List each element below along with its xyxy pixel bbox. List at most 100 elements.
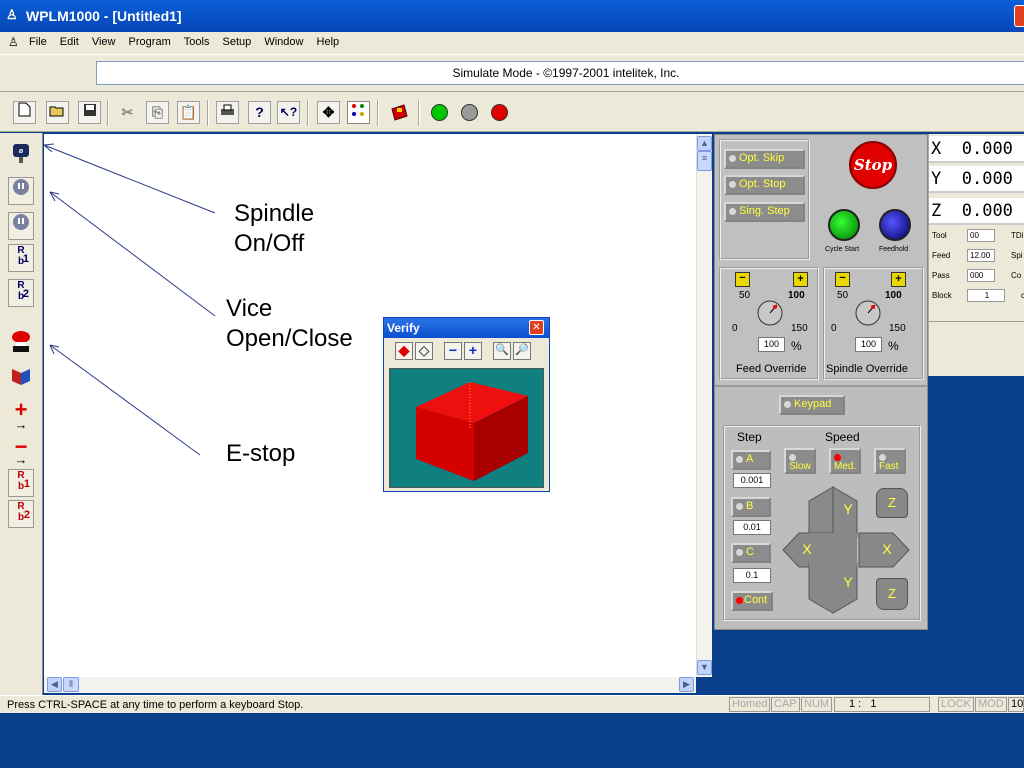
verify-toolbar: ◆ ◇ − + 🔍 🔎 xyxy=(384,338,549,364)
step-a-label: A xyxy=(746,453,754,465)
step-c-value: 0.1 xyxy=(733,568,771,583)
solid-view-icon[interactable]: ◆ xyxy=(395,342,413,360)
opt-stop-label: Opt. Stop xyxy=(739,178,786,190)
jog-y-minus-button[interactable]: Y xyxy=(833,571,863,611)
dro-z-axis: Z xyxy=(931,201,942,221)
close-icon[interactable]: ✕ xyxy=(529,320,544,335)
magnify-plus-icon[interactable]: 🔎 xyxy=(513,342,531,360)
spindle-override-label: Spindle Override xyxy=(826,363,908,375)
desktop-background xyxy=(0,713,1024,768)
feed-increase-button[interactable]: + xyxy=(793,272,808,287)
dro-x-axis: X xyxy=(931,139,942,159)
status-num: NUM xyxy=(801,697,833,712)
jog-z-plus-button[interactable]: Z xyxy=(876,488,908,518)
horizontal-scrollbar[interactable]: ◀ ⦀ ▶ xyxy=(44,677,696,693)
jog-x-minus-label: X xyxy=(802,541,812,557)
jog-z-minus-label: Z xyxy=(888,586,896,601)
dro-z-value: 0.000 xyxy=(961,201,1013,221)
stop-button[interactable]: Stop xyxy=(849,141,897,189)
step-cont-button[interactable]: Cont xyxy=(731,591,773,611)
scroll-thumb[interactable]: ≡ xyxy=(697,151,712,171)
position-readout: X 0.000 Y 0.000 Z 0.000 Tool 00 TDi Feed… xyxy=(928,134,1024,376)
scroll-right-icon[interactable]: ▶ xyxy=(679,677,694,692)
status-last: 10 xyxy=(1008,697,1024,712)
dro-z: Z 0.000 xyxy=(929,198,1024,225)
feed-scale-0: 0 xyxy=(732,323,738,334)
status-cap: CAP xyxy=(771,697,800,712)
feedhold-button[interactable] xyxy=(879,209,911,241)
verify-3d-view[interactable] xyxy=(389,368,544,488)
feed-value: 12.00 xyxy=(967,249,995,262)
step-a-value: 0.001 xyxy=(733,473,771,488)
opt-skip-button[interactable]: Opt. Skip xyxy=(724,149,805,169)
annotation-spindle: Spindle On/Off xyxy=(234,200,315,257)
jog-x-plus-button[interactable]: X xyxy=(867,533,907,565)
keypad-label: Keypad xyxy=(794,398,832,410)
step-c-button[interactable]: C xyxy=(731,543,771,563)
scroll-down-icon[interactable]: ▼ xyxy=(697,660,712,675)
dro-x: X 0.000 xyxy=(929,136,1024,163)
step-label: Step xyxy=(737,430,762,444)
hscroll-thumb[interactable]: ⦀ xyxy=(63,677,79,692)
spindle-knob-icon[interactable] xyxy=(853,298,883,328)
feed-override-value[interactable]: 100 xyxy=(758,337,785,352)
jog-x-plus-label: X xyxy=(882,541,892,557)
dro-y: Y 0.000 xyxy=(929,166,1024,193)
vertical-scrollbar[interactable]: ▲ ≡ ▼ xyxy=(696,134,712,677)
pass-label: Pass xyxy=(932,271,950,280)
feed-decrease-button[interactable]: − xyxy=(735,272,750,287)
speed-slow-label: Slow xyxy=(789,461,811,472)
annotation-vice: Vice Open/Close xyxy=(226,295,353,352)
status-mod: MOD xyxy=(975,697,1007,712)
step-cont-label: Cont xyxy=(744,594,768,606)
spindle-override-unit: % xyxy=(888,339,899,353)
wireframe-view-icon[interactable]: ◇ xyxy=(415,342,433,360)
dro-x-value: 0.000 xyxy=(961,139,1013,159)
tool-value: 00 xyxy=(967,229,995,242)
step-b-button[interactable]: B xyxy=(731,497,771,517)
cycle-start-button[interactable] xyxy=(828,209,860,241)
magnify-minus-icon[interactable]: 🔍 xyxy=(493,342,511,360)
zoom-in-plus-icon[interactable]: + xyxy=(464,342,482,360)
block-value: 1 xyxy=(967,289,1005,302)
step-c-label: C xyxy=(746,546,754,558)
minimize-button[interactable] xyxy=(1014,5,1024,27)
status-lock: LOCK xyxy=(938,697,974,712)
tool-extra: TDi xyxy=(1011,231,1024,240)
pass-extra: Co xyxy=(1011,271,1022,280)
spindle-increase-button[interactable]: + xyxy=(891,272,906,287)
verify-window[interactable]: Verify ✕ ◆ ◇ − + 🔍 🔎 xyxy=(383,317,550,492)
speed-label: Speed xyxy=(825,430,860,444)
sing-step-button[interactable]: Sing. Step xyxy=(724,202,805,222)
zoom-out-minus-icon[interactable]: − xyxy=(444,342,462,360)
keypad-button[interactable]: Keypad xyxy=(779,395,845,415)
feed-extra: Spi xyxy=(1011,251,1023,260)
cycle-start-label: Cycle Start xyxy=(825,246,860,253)
jog-y-plus-button[interactable]: Y xyxy=(833,487,863,537)
speed-slow-button[interactable]: Slow xyxy=(784,448,816,474)
spindle-scale-0: 0 xyxy=(831,323,837,334)
opt-skip-label: Opt. Skip xyxy=(739,152,785,164)
speed-med-button[interactable]: Med. xyxy=(829,448,861,474)
sing-step-label: Sing. Step xyxy=(739,205,790,217)
status-bar: Press CTRL-SPACE at any time to perform … xyxy=(0,695,1024,713)
spindle-override-value[interactable]: 100 xyxy=(855,337,882,352)
speed-fast-button[interactable]: Fast xyxy=(874,448,906,474)
jog-z-plus-label: Z xyxy=(888,495,896,510)
stop-label: Stop xyxy=(853,156,893,174)
feed-override-label: Feed Override xyxy=(736,363,807,375)
spindle-decrease-button[interactable]: − xyxy=(835,272,850,287)
feed-override-unit: % xyxy=(791,339,802,353)
jog-z-minus-button[interactable]: Z xyxy=(876,578,908,610)
robot-2-number: 2 xyxy=(23,509,30,521)
scroll-left-icon[interactable]: ◀ xyxy=(47,677,62,692)
block-label: Block xyxy=(932,291,952,300)
status-message: Press CTRL-SPACE at any time to perform … xyxy=(7,699,304,711)
step-a-button[interactable]: A xyxy=(731,450,771,470)
jog-x-minus-button[interactable]: X xyxy=(787,533,827,565)
opt-stop-button[interactable]: Opt. Stop xyxy=(724,175,805,195)
annotation-estop: E-stop xyxy=(226,440,296,467)
robot-2-icon[interactable]: Rb2 xyxy=(8,500,34,528)
feed-knob-icon[interactable] xyxy=(755,298,785,328)
scroll-up-icon[interactable]: ▲ xyxy=(697,136,712,151)
